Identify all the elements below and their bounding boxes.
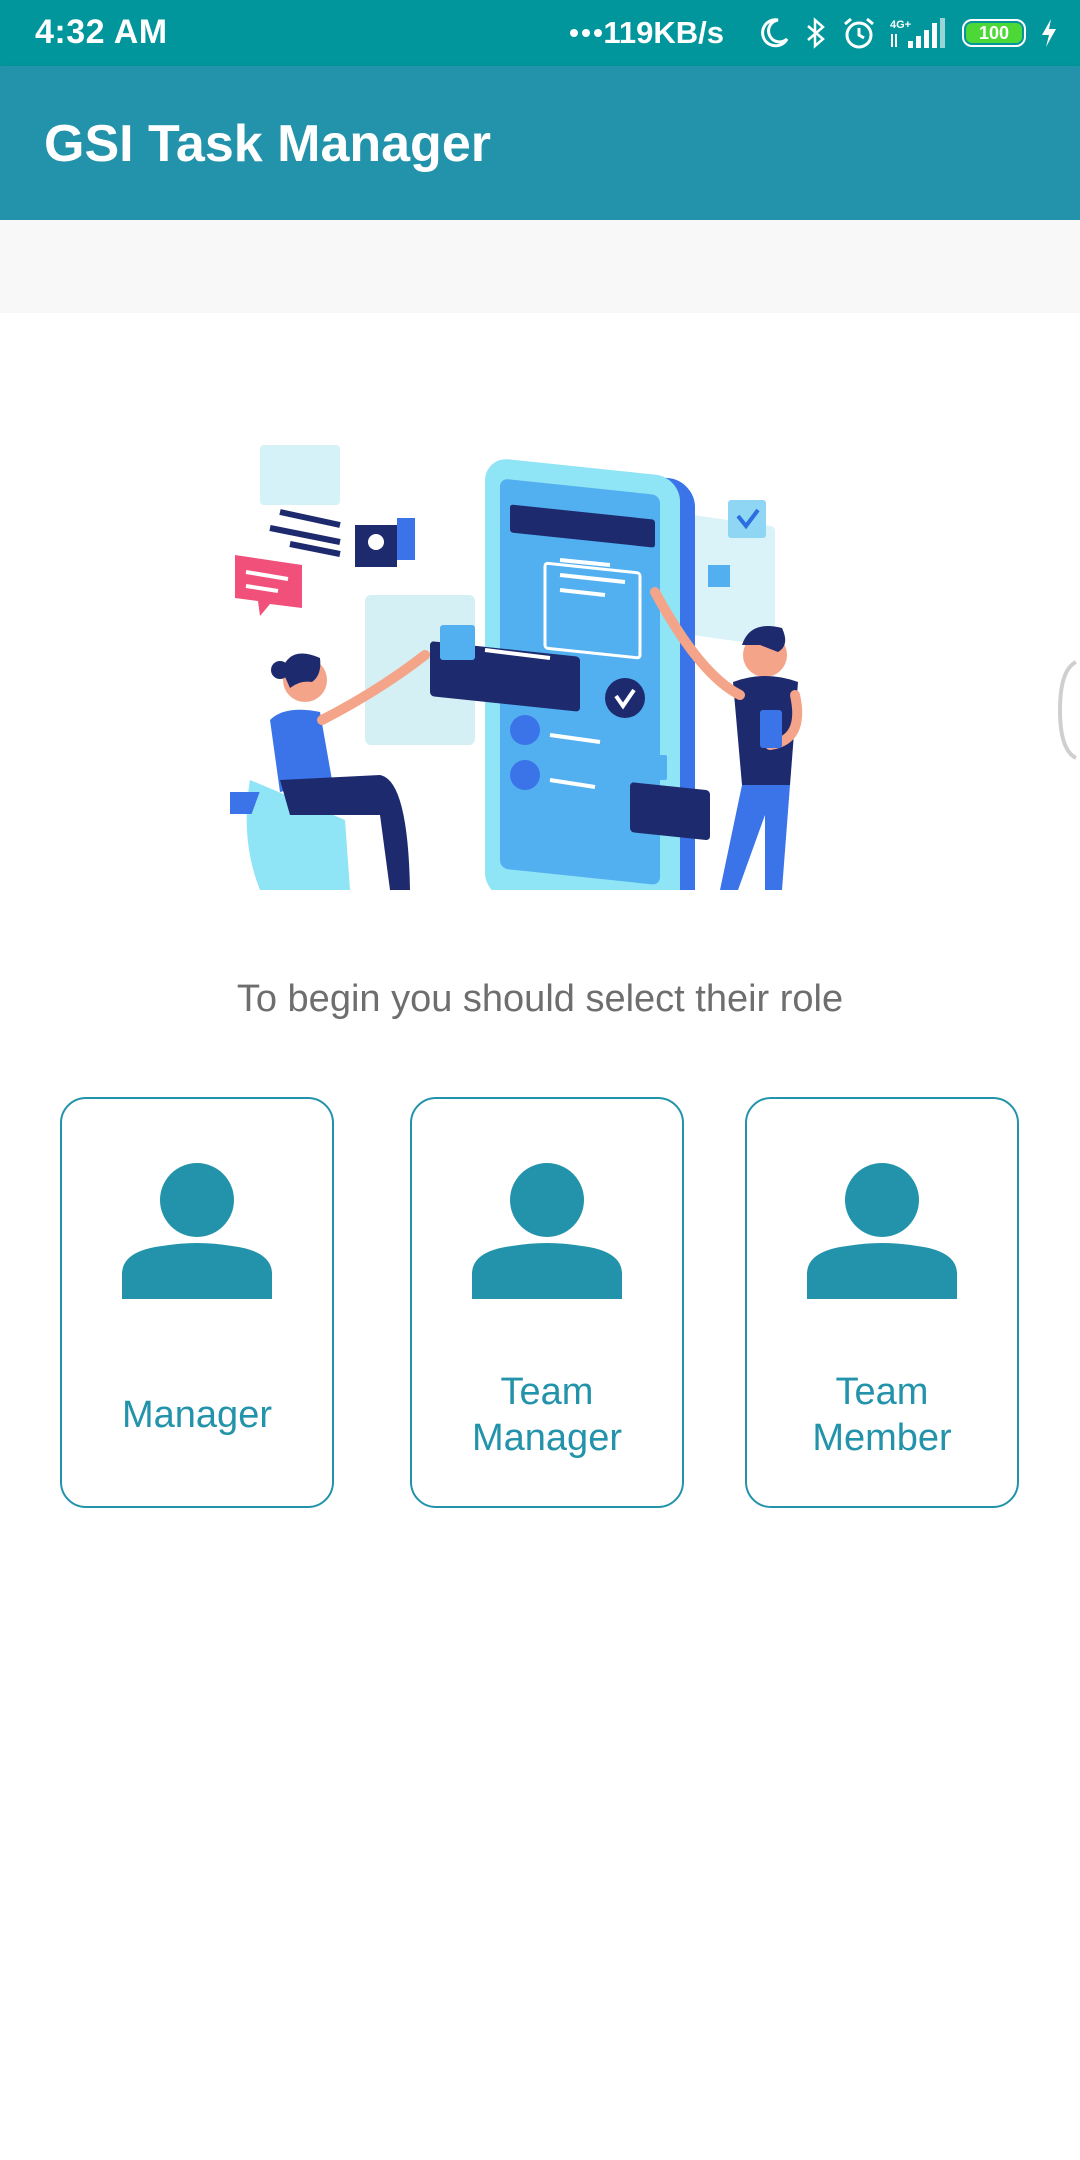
- person-icon: [122, 1163, 272, 1299]
- role-label-line: Team: [835, 1371, 929, 1413]
- role-label-line: Team: [500, 1371, 594, 1413]
- role-label-team-manager: Team Manager: [412, 1369, 682, 1461]
- person-icon: [472, 1163, 622, 1299]
- status-bar: 4:32 AM 119KB/s 4G+ 100: [0, 0, 1080, 66]
- person-icon: [807, 1163, 957, 1299]
- battery-level: 100: [966, 23, 1022, 43]
- app-title: GSI Task Manager: [44, 115, 491, 173]
- alarm-icon: [842, 16, 876, 50]
- signal-icon: 4G+: [890, 17, 946, 49]
- app-bar: GSI Task Manager: [0, 66, 1080, 220]
- role-label-line: Member: [812, 1417, 952, 1459]
- net-speed: 119KB/s: [603, 15, 724, 50]
- role-prompt: To begin you should select their role: [236, 978, 844, 1020]
- status-icons: 119KB/s 4G+ 100: [555, 10, 1058, 56]
- team-app-illustration: [196, 420, 850, 929]
- edge-drawer-handle[interactable]: [1056, 660, 1080, 760]
- role-card-team-member[interactable]: Team Member: [745, 1097, 1019, 1508]
- dots-icon: [569, 28, 603, 38]
- status-time: 4:32 AM: [35, 13, 168, 51]
- role-card-manager[interactable]: Manager: [60, 1097, 334, 1508]
- role-label-team-member: Team Member: [747, 1369, 1017, 1461]
- moon-icon: [758, 17, 790, 49]
- bluetooth-icon: [804, 16, 828, 50]
- battery-icon: 100: [962, 19, 1026, 47]
- charging-icon: [1040, 17, 1058, 49]
- network-type: 4G+: [890, 19, 911, 31]
- role-card-team-manager[interactable]: Team Manager: [410, 1097, 684, 1508]
- role-label-line: Manager: [472, 1417, 622, 1459]
- header-spacer: [0, 220, 1080, 313]
- role-label-manager: Manager: [122, 1394, 272, 1436]
